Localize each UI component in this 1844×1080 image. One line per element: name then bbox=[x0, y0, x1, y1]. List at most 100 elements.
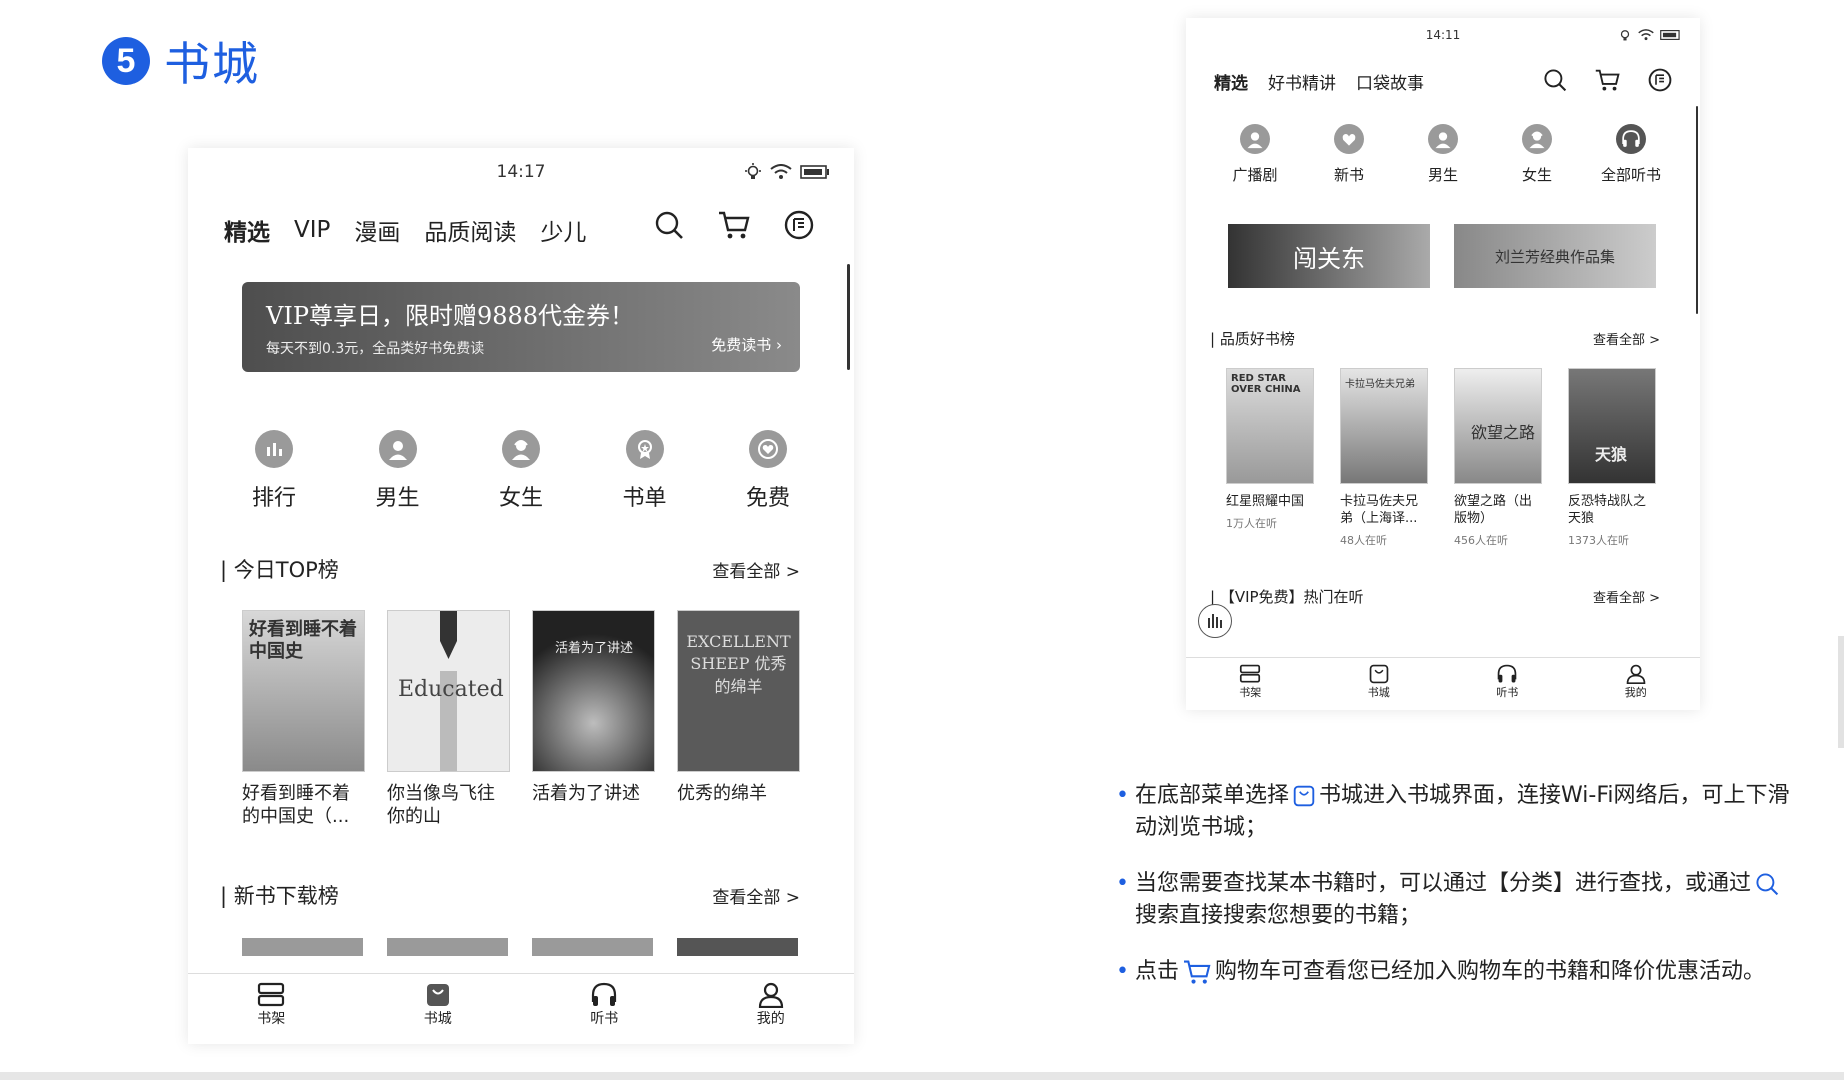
nav-bookstore[interactable]: 书城 bbox=[1368, 658, 1390, 710]
promo-banner[interactable]: 闯关东 bbox=[1228, 224, 1430, 288]
banner-cta[interactable]: 免费读书 › bbox=[711, 334, 782, 355]
book-title: 优秀的绵羊 bbox=[677, 783, 767, 804]
booklist-icon bbox=[625, 430, 664, 468]
book-cover: EXCELLENT SHEEP 优秀的绵羊 bbox=[677, 610, 800, 772]
tab-quality-reading[interactable]: 品质阅读 bbox=[424, 213, 516, 247]
top-tabs: 精选 VIP 漫画 品质阅读 少儿 bbox=[224, 208, 854, 252]
new-books-icon bbox=[1334, 124, 1364, 154]
audio-bars-icon bbox=[1208, 614, 1222, 628]
promo-banner[interactable]: 刘兰芳经典作品集 bbox=[1454, 224, 1656, 288]
nav-bookstore[interactable]: 书城 bbox=[424, 974, 452, 1044]
nav-audiobooks[interactable]: 听书 bbox=[590, 974, 618, 1044]
nav-label: 我的 bbox=[1624, 686, 1647, 699]
book-item[interactable]: 活着为了讲述 活着为了讲述 bbox=[532, 610, 655, 829]
cover-text: EXCELLENT SHEEP 优秀的绵羊 bbox=[686, 632, 791, 696]
headphones-icon bbox=[1616, 124, 1646, 154]
search-icon[interactable] bbox=[1543, 68, 1567, 92]
cart-icon[interactable] bbox=[718, 210, 750, 240]
book-cover-partial[interactable] bbox=[677, 938, 798, 956]
scroll-indicator[interactable] bbox=[847, 264, 850, 370]
cover-text: 卡拉马佐夫兄弟 bbox=[1345, 379, 1415, 390]
tab-kids[interactable]: 少儿 bbox=[540, 213, 586, 247]
section-title: 书城 bbox=[164, 37, 260, 91]
category-free[interactable]: 免费 bbox=[718, 430, 818, 512]
tab-featured[interactable]: 精选 bbox=[224, 213, 270, 247]
section-title-text: 【VIP免费】热门在听 bbox=[1219, 588, 1364, 606]
radio-drama-icon bbox=[1240, 124, 1270, 154]
cart-icon[interactable] bbox=[1595, 68, 1620, 92]
bookshelf-icon bbox=[1240, 664, 1261, 683]
instruction-item: • 在底部菜单选择 书城进入书城界面，连接Wi-Fi网络后，可上下滑动浏览书城； bbox=[1116, 780, 1796, 844]
nav-audiobooks[interactable]: 听书 bbox=[1496, 658, 1518, 710]
battery-icon bbox=[800, 165, 829, 179]
wifi-icon bbox=[770, 164, 792, 179]
listener-count: 1万人在听 bbox=[1226, 516, 1277, 530]
book-item[interactable]: EXCELLENT SHEEP 优秀的绵羊 优秀的绵羊 bbox=[677, 610, 800, 829]
library-icon[interactable] bbox=[1648, 68, 1672, 92]
bookstore-bag-icon bbox=[1293, 785, 1315, 807]
book-item[interactable]: 好看到睡不着 中国史 好看到睡不着的中国史（... bbox=[242, 610, 365, 829]
see-all-link[interactable]: 查看全部 > bbox=[1593, 587, 1660, 606]
book-cover-partial[interactable] bbox=[387, 938, 508, 956]
book-cover-partial[interactable] bbox=[532, 938, 653, 956]
wifi-icon bbox=[1638, 29, 1654, 41]
audiobook-item[interactable]: 卡拉马佐夫兄弟 卡拉马佐夫兄弟（上海译... 48人在听 bbox=[1340, 368, 1428, 548]
section-number: 5 bbox=[102, 37, 150, 85]
nav-profile[interactable]: 我的 bbox=[757, 974, 785, 1044]
category-new-books[interactable]: 新书 bbox=[1304, 124, 1394, 185]
tab-pocket-stories[interactable]: 口袋故事 bbox=[1356, 69, 1424, 94]
book-title: 红星照耀中国 bbox=[1226, 494, 1305, 509]
book-cover: RED STAR OVER CHINA bbox=[1226, 368, 1314, 484]
section-title-text: 新书下载榜 bbox=[233, 884, 339, 908]
book-title: 好看到睡不着的中国史（... bbox=[242, 783, 350, 828]
book-cover-partial[interactable] bbox=[242, 938, 363, 956]
bottom-nav: 书架 书城 听书 我的 bbox=[188, 973, 854, 1044]
nav-profile[interactable]: 我的 bbox=[1625, 658, 1647, 710]
audiobook-item[interactable]: RED STAR OVER CHINA 红星照耀中国 1万人在听 bbox=[1226, 368, 1314, 548]
category-male[interactable]: 男生 bbox=[348, 430, 448, 512]
instruction-item: • 当您需要查找某本书籍时，可以通过【分类】进行查找，或通过搜索直接搜索您想要的… bbox=[1116, 868, 1796, 932]
nav-label: 听书 bbox=[590, 1011, 619, 1027]
audiobook-item[interactable]: 欲望之路 欲望之路（出版物） 456人在听 bbox=[1454, 368, 1542, 548]
see-all-link[interactable]: 查看全部 > bbox=[1593, 329, 1660, 348]
book-item[interactable]: Educated 你当像鸟飞往你的山 bbox=[387, 610, 510, 829]
category-female[interactable]: 女生 bbox=[471, 430, 571, 512]
tab-comics[interactable]: 漫画 bbox=[354, 213, 400, 247]
category-all-audio[interactable]: 全部听书 bbox=[1586, 124, 1676, 185]
category-label: 免费 bbox=[745, 486, 790, 511]
section-title-text: 品质好书榜 bbox=[1219, 330, 1295, 348]
search-icon[interactable] bbox=[654, 210, 684, 240]
scroll-indicator[interactable] bbox=[1696, 106, 1698, 314]
book-title: 反恐特战队之天狼 bbox=[1568, 494, 1647, 526]
tab-book-lectures[interactable]: 好书精讲 bbox=[1268, 69, 1336, 94]
see-all-link[interactable]: 查看全部 > bbox=[712, 557, 800, 582]
see-all-link[interactable]: 查看全部 > bbox=[712, 883, 800, 908]
headphones-icon bbox=[592, 982, 617, 1006]
tab-vip[interactable]: VIP bbox=[294, 217, 330, 243]
banner-subtitle: 每天不到0.3元，全品类好书免费读 bbox=[266, 341, 485, 357]
profile-icon bbox=[1626, 664, 1646, 684]
profile-icon bbox=[758, 982, 783, 1008]
vip-banner[interactable]: VIP尊享日，限时赠9888代金券！ 每天不到0.3元，全品类好书免费读 免费读… bbox=[242, 282, 800, 372]
instruction-text-after: 搜索直接搜索您想要的书籍； bbox=[1134, 902, 1421, 928]
nav-bookshelf[interactable]: 书架 bbox=[257, 974, 285, 1044]
search-icon bbox=[1756, 873, 1779, 895]
category-female[interactable]: 女生 bbox=[1492, 124, 1582, 185]
category-ranking[interactable]: 排行 bbox=[224, 430, 324, 512]
category-label: 男生 bbox=[1427, 166, 1458, 184]
audiobook-item[interactable]: 天狼 反恐特战队之天狼 1373人在听 bbox=[1568, 368, 1656, 548]
category-label: 新书 bbox=[1333, 166, 1364, 184]
section-title-text: 今日TOP榜 bbox=[233, 558, 339, 582]
quality-list-books: RED STAR OVER CHINA 红星照耀中国 1万人在听 卡拉马佐夫兄弟… bbox=[1226, 368, 1656, 548]
category-radio-drama[interactable]: 广播剧 bbox=[1210, 124, 1300, 185]
nav-label: 书架 bbox=[257, 1011, 286, 1027]
now-playing-button[interactable] bbox=[1198, 604, 1232, 638]
category-male[interactable]: 男生 bbox=[1398, 124, 1488, 185]
nav-bookshelf[interactable]: 书架 bbox=[1239, 658, 1261, 710]
tab-featured[interactable]: 精选 bbox=[1214, 69, 1248, 94]
category-booklist[interactable]: 书单 bbox=[595, 430, 695, 512]
instruction-item: • 点击 购物车可查看您已经加入购物车的书籍和降价优惠活动。 bbox=[1116, 956, 1796, 988]
instruction-text-before: 当您需要查找某本书籍时，可以通过【分类】进行查找，或通过 bbox=[1134, 870, 1751, 896]
instruction-text-after: 购物车可查看您已经加入购物车的书籍和降价优惠活动。 bbox=[1215, 958, 1766, 984]
library-icon[interactable] bbox=[784, 210, 814, 240]
